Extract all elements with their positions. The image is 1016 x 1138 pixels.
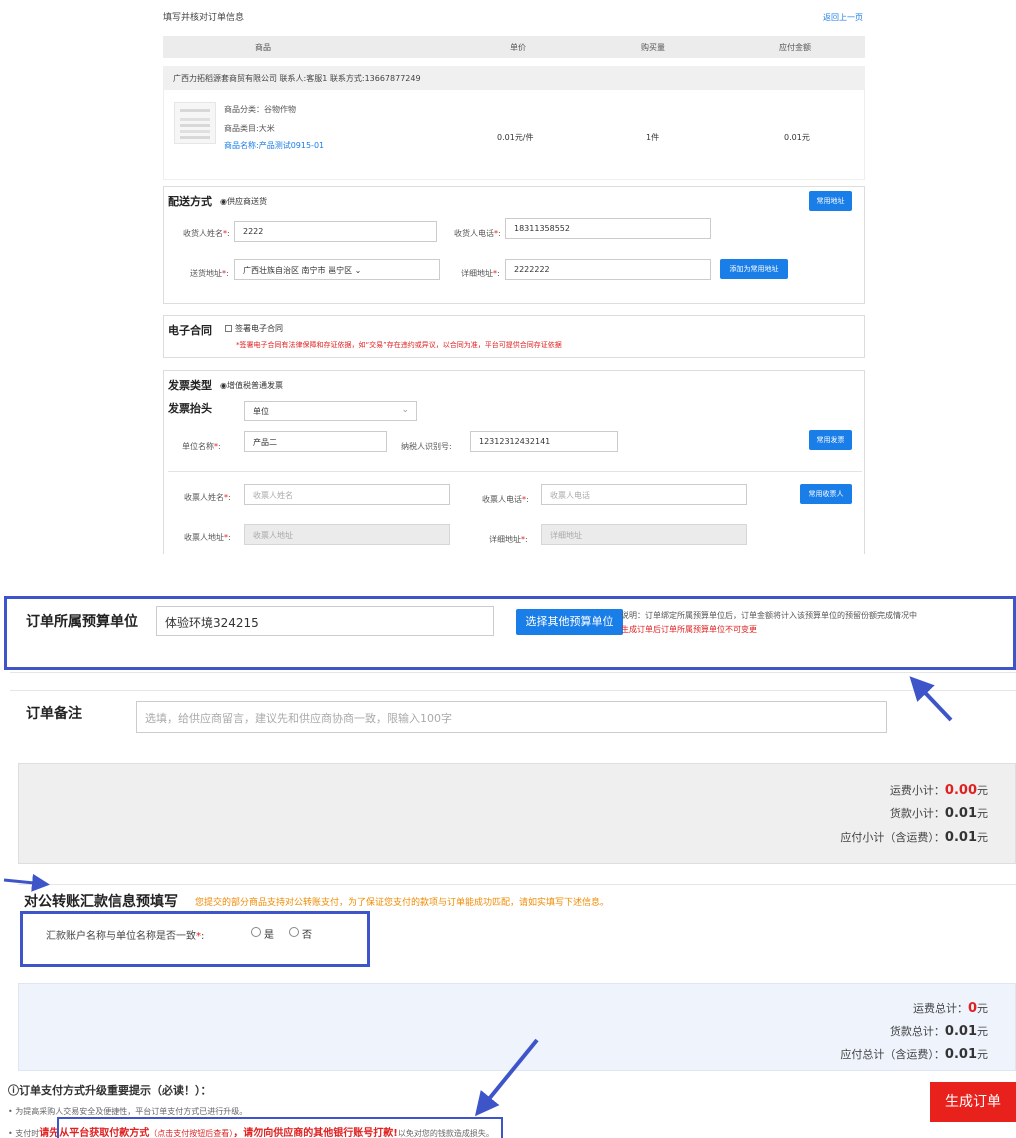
arrow-to-budget (909, 676, 953, 722)
arrow-to-notice (474, 1038, 539, 1117)
arrow-to-transfer (3, 873, 50, 892)
annotation-arrows (3, 676, 953, 1117)
